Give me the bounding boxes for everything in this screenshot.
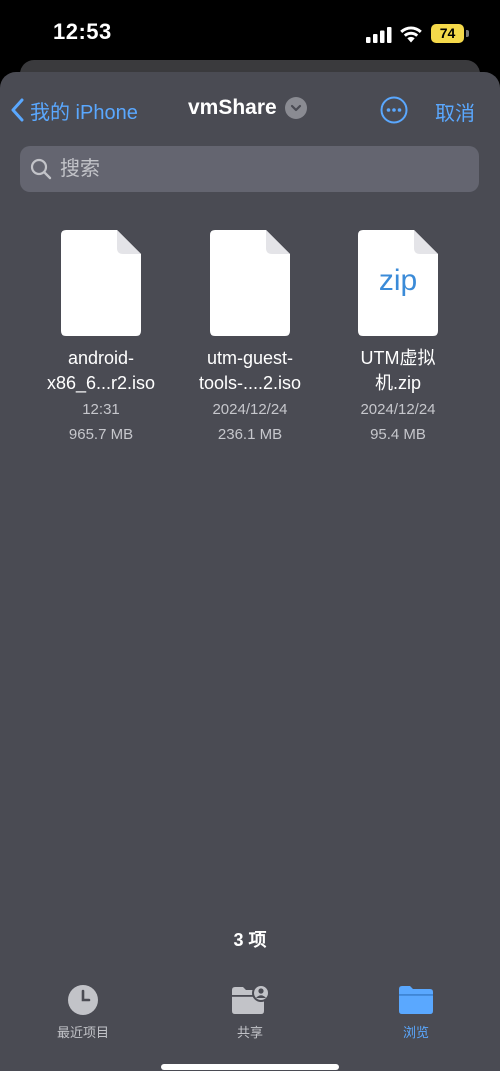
file-date: 2024/12/24 <box>360 401 436 418</box>
file-size: 965.7 MB <box>68 426 134 443</box>
file-item[interactable]: utm-guest- tools-....2.iso 2024/12/24 23… <box>180 230 320 446</box>
file-date: 2024/12/24 <box>212 401 288 418</box>
shared-folder-icon <box>232 984 270 1014</box>
tab-browse[interactable]: 浏览 <box>356 980 476 1041</box>
file-size: 236.1 MB <box>217 426 283 443</box>
wifi-icon <box>400 26 422 43</box>
folder-icon <box>399 986 433 1014</box>
folder-title-menu[interactable]: vmShare <box>188 96 307 120</box>
file-size: 95.4 MB <box>370 426 426 443</box>
search-input[interactable] <box>58 156 442 182</box>
home-indicator <box>161 1064 339 1070</box>
file-name: android- x86_6...r2.iso <box>46 348 156 393</box>
page-title: vmShare <box>188 96 277 119</box>
chevron-down-icon <box>284 97 307 119</box>
file-item[interactable]: android- x86_6...r2.iso 12:31 965.7 MB <box>31 230 171 446</box>
file-browser-sheet <box>0 72 500 1071</box>
battery-tip <box>466 30 469 37</box>
zip-document-icon: zip <box>358 230 438 336</box>
cancel-button[interactable]: 取消 <box>435 97 475 126</box>
search-bar[interactable] <box>20 146 479 192</box>
tab-label: 浏览 <box>402 1025 429 1040</box>
cellular-signal-icon <box>366 27 392 43</box>
chevron-left-icon <box>11 98 24 122</box>
file-item[interactable]: zip UTM虚拟 机.zip 2024/12/24 95.4 MB <box>328 230 468 446</box>
tab-shared[interactable]: 共享 <box>190 980 310 1041</box>
file-name: UTM虚拟 机.zip <box>360 348 436 393</box>
battery-indicator: 74 <box>431 24 464 43</box>
clock-icon <box>68 985 98 1015</box>
navigation-bar: 我的 iPhone vmShare 取消 <box>0 88 500 132</box>
tab-bar: 最近项目 共享 浏览 <box>0 980 500 1050</box>
tab-label: 最近项目 <box>56 1025 109 1040</box>
tab-recents[interactable]: 最近项目 <box>23 980 143 1041</box>
more-options-icon[interactable] <box>380 96 408 124</box>
back-label: 我的 iPhone <box>30 101 138 124</box>
back-button[interactable]: 我的 iPhone <box>10 96 138 124</box>
document-icon <box>210 230 290 336</box>
file-name: utm-guest- tools-....2.iso <box>198 348 302 393</box>
document-icon <box>61 230 141 336</box>
item-count: 3 项 <box>233 930 267 950</box>
file-date: 12:31 <box>82 401 120 418</box>
search-icon <box>30 158 52 180</box>
zip-badge: zip <box>378 264 418 297</box>
status-time: 12:53 <box>53 19 112 44</box>
tab-label: 共享 <box>236 1025 263 1040</box>
